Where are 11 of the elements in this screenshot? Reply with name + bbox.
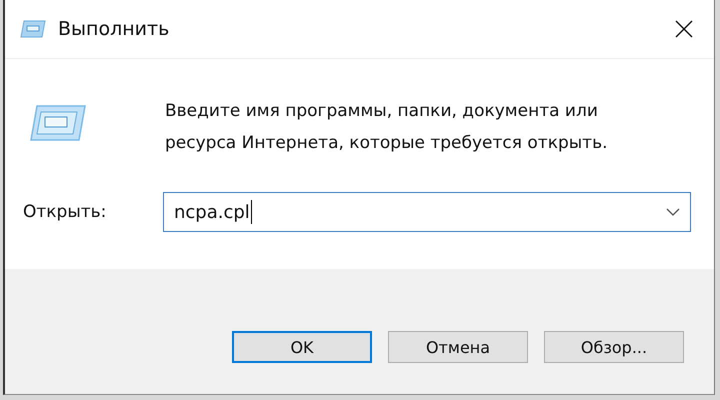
run-icon bbox=[20, 19, 46, 39]
open-label: Открыть: bbox=[23, 202, 108, 222]
close-icon bbox=[675, 20, 693, 38]
instruction-text: Введите имя программы, папки, документа или ресурса Интернета, которые требуется открыть. bbox=[165, 100, 608, 155]
window-title: Выполнить bbox=[58, 18, 170, 40]
command-combo-box[interactable]: ncpa.cpl bbox=[163, 192, 691, 232]
dialog-button[interactable]: Отмена bbox=[388, 331, 528, 363]
dialog-button[interactable]: Обзор... bbox=[544, 331, 684, 363]
chevron-icon[interactable] bbox=[666, 207, 680, 217]
dialog-button[interactable]: OK bbox=[232, 331, 372, 363]
run-icon bbox=[27, 103, 87, 143]
